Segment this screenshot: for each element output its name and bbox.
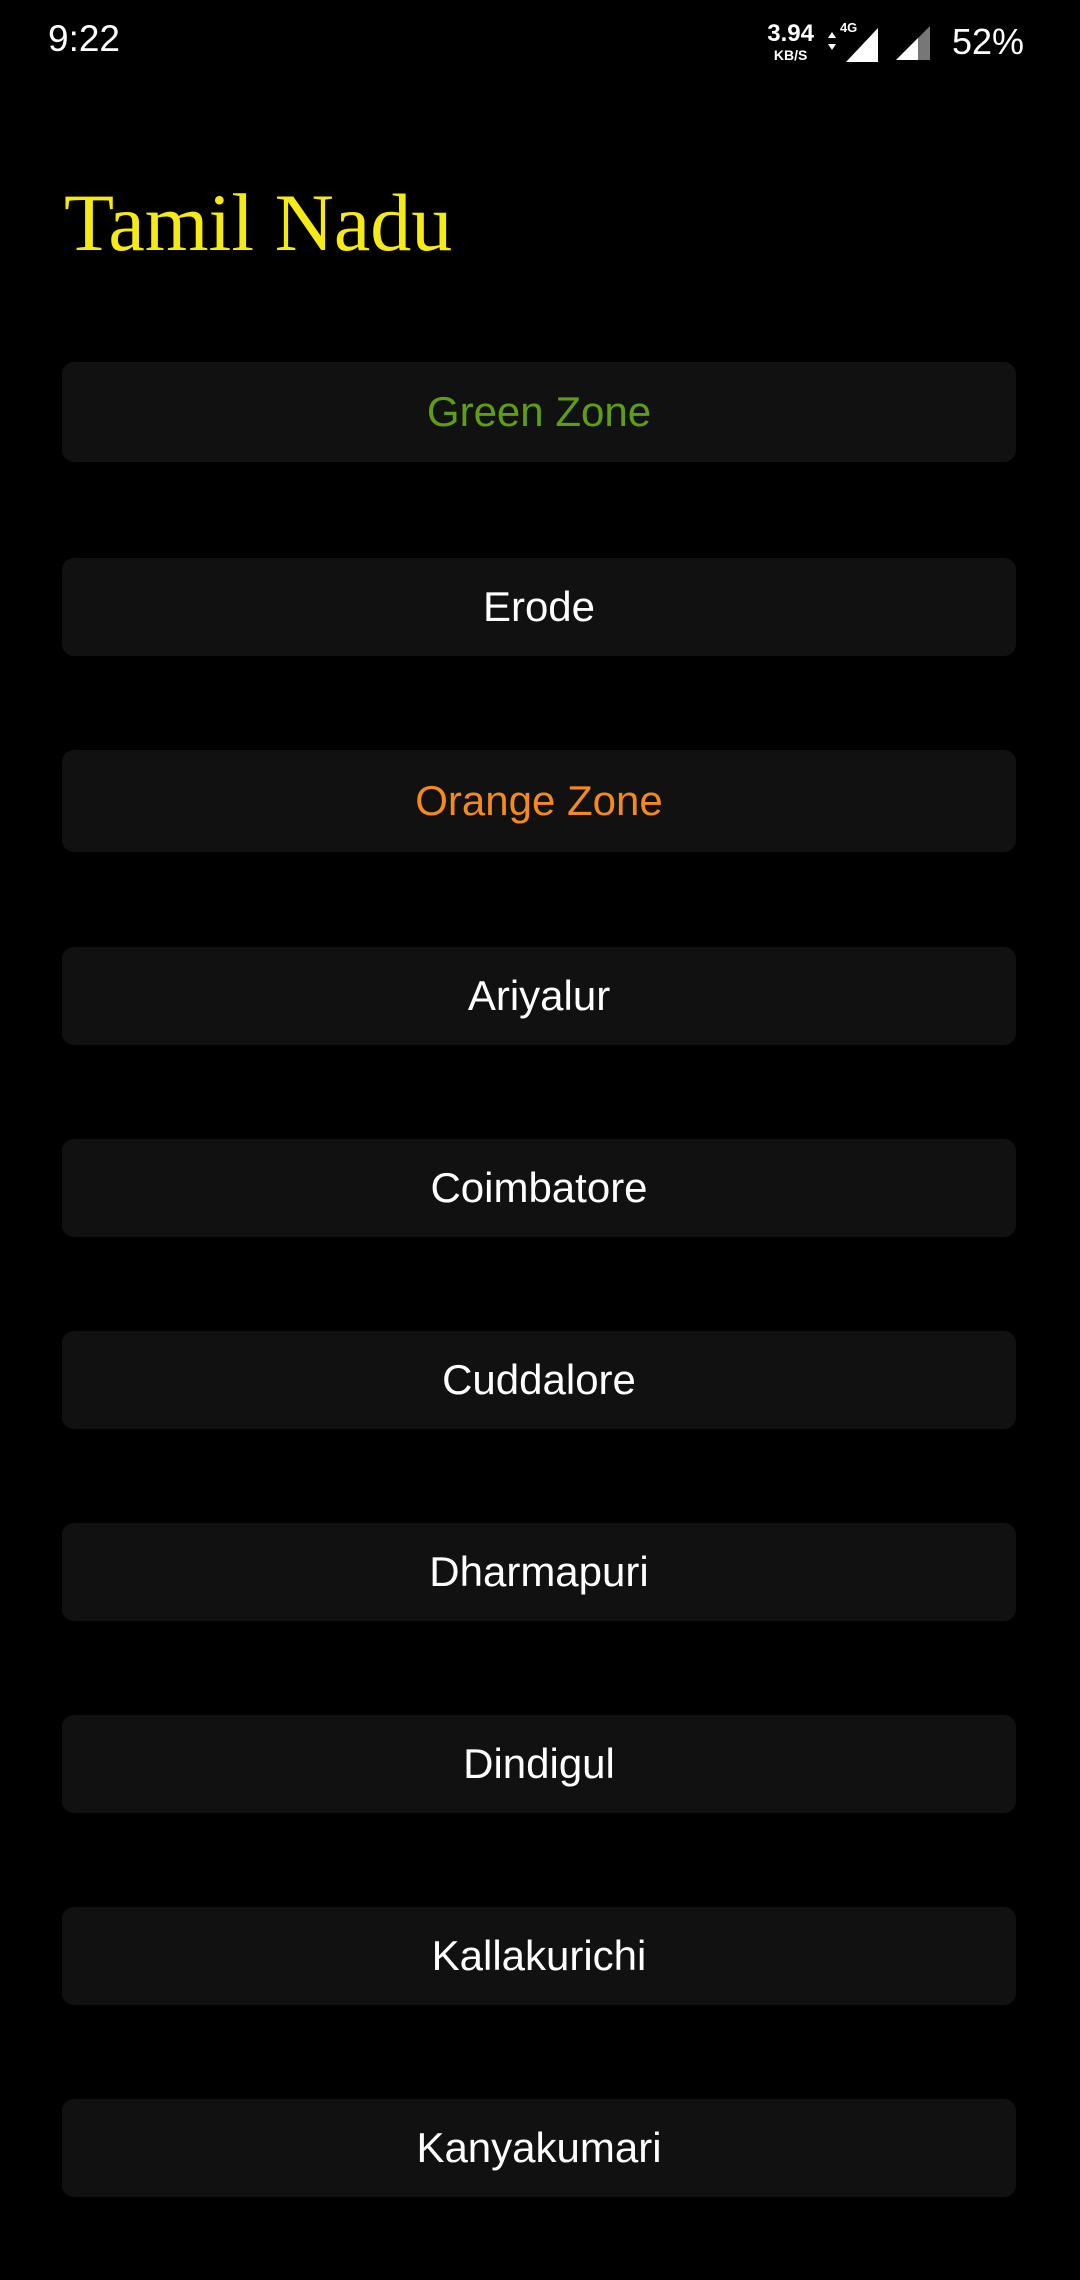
- status-time: 9:22: [48, 18, 121, 59]
- district-item-dharmapuri[interactable]: Dharmapuri: [62, 1523, 1016, 1621]
- network-type-label: 4G: [839, 20, 858, 35]
- network-speed-value: 3.94: [767, 20, 814, 47]
- district-item-dindigul[interactable]: Dindigul: [62, 1715, 1016, 1813]
- network-speed: 3.94 KB/S: [767, 20, 814, 63]
- status-bar: 9:22 3.94 KB/S 4G 52%: [0, 0, 1080, 84]
- district-item-ariyalur[interactable]: Ariyalur: [62, 947, 1016, 1045]
- district-item-erode[interactable]: Erode: [62, 558, 1016, 656]
- green-zone-header[interactable]: Green Zone: [62, 362, 1016, 462]
- status-icons: 3.94 KB/S 4G 52%: [767, 14, 1024, 70]
- district-item-kanyakumari[interactable]: Kanyakumari: [62, 2099, 1016, 2197]
- signal-partial-icon: [895, 26, 930, 60]
- page-title: Tamil Nadu: [64, 177, 453, 268]
- orange-zone-header[interactable]: Orange Zone: [62, 750, 1016, 852]
- district-item-cuddalore[interactable]: Cuddalore: [62, 1331, 1016, 1429]
- district-item-kallakurichi[interactable]: Kallakurichi: [62, 1907, 1016, 2005]
- battery-percentage: 52%: [951, 21, 1024, 62]
- network-speed-unit: KB/S: [773, 47, 808, 63]
- mobile-data-signal-icon: 4G: [826, 20, 884, 62]
- district-item-coimbatore[interactable]: Coimbatore: [62, 1139, 1016, 1237]
